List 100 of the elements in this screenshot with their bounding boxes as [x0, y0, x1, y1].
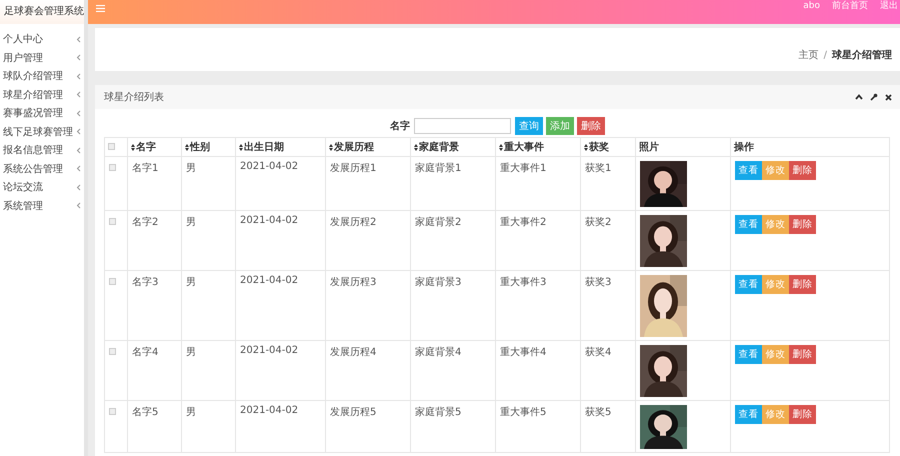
- chevron-left-icon: [76, 72, 81, 80]
- table-cell: 家庭背景2: [415, 217, 462, 228]
- top-link[interactable]: 前台首页: [832, 0, 868, 12]
- row-action-button[interactable]: 查看: [735, 275, 762, 294]
- row-checkbox[interactable]: [109, 408, 116, 415]
- table-cell: 名字1: [132, 163, 158, 174]
- table-cell: 2021-04-02: [240, 215, 298, 226]
- column-header: 照片: [639, 140, 659, 154]
- row-action-button[interactable]: 查看: [735, 405, 762, 424]
- table-cell: 家庭背景4: [415, 347, 462, 358]
- sidebar-item[interactable]: 个人中心: [0, 30, 84, 48]
- table-cell: 重大事件3: [500, 277, 546, 288]
- table-cell: 男: [186, 217, 196, 228]
- sidebar-item[interactable]: 论坛交流: [0, 178, 84, 196]
- sidebar-item[interactable]: 系统公告管理: [0, 160, 84, 178]
- wrench-icon[interactable]: [870, 93, 878, 101]
- row-action-button[interactable]: 删除: [789, 215, 816, 234]
- toolbar-button[interactable]: 删除: [577, 117, 605, 135]
- search-label: 名字: [390, 119, 410, 133]
- sort-icon[interactable]: [584, 144, 588, 150]
- breadcrumb-separator: /: [824, 50, 827, 60]
- column-header: 操作: [734, 140, 754, 154]
- table-cell: 男: [186, 347, 196, 358]
- column-header: 名字: [136, 140, 156, 154]
- table-cell: 重大事件5: [500, 407, 546, 418]
- row-action-button[interactable]: 删除: [789, 405, 816, 424]
- table-cell: 2021-04-02: [240, 345, 298, 356]
- chevron-left-icon: [76, 36, 81, 43]
- sort-icon[interactable]: [239, 144, 243, 150]
- table-cell: 重大事件2: [500, 217, 546, 228]
- table-cell: 家庭背景3: [415, 277, 462, 288]
- table-cell: 发展历程2: [330, 217, 376, 228]
- table-cell: 名字4: [132, 347, 158, 358]
- table-cell: 重大事件1: [500, 163, 546, 174]
- table-cell: 名字3: [132, 277, 158, 288]
- panel-title: 球星介绍列表: [104, 90, 164, 104]
- table-cell: 家庭背景5: [415, 407, 462, 418]
- column-header: 家庭背景: [419, 140, 459, 154]
- table-cell: 获奖5: [585, 407, 612, 418]
- chevron-left-icon: [76, 146, 81, 154]
- table-cell: 男: [186, 407, 196, 418]
- chevron-left-icon: [76, 110, 81, 117]
- sidebar-item[interactable]: 用户管理: [0, 48, 84, 67]
- row-action-button[interactable]: 查看: [735, 215, 762, 234]
- column-header: 性别: [190, 140, 210, 154]
- row-action-button[interactable]: 删除: [789, 345, 816, 364]
- toolbar-button[interactable]: 查询: [515, 117, 543, 135]
- table-cell: 获奖1: [585, 163, 612, 174]
- column-header: 出生日期: [244, 140, 284, 154]
- row-checkbox[interactable]: [109, 278, 116, 285]
- sort-icon[interactable]: [185, 144, 189, 150]
- table-cell: 发展历程3: [330, 277, 376, 288]
- table-cell: 获奖2: [585, 217, 612, 228]
- top-link[interactable]: 退出: [880, 0, 898, 12]
- row-checkbox[interactable]: [109, 164, 116, 171]
- table-cell: 发展历程4: [330, 347, 376, 358]
- select-all-checkbox[interactable]: [108, 143, 115, 150]
- close-icon[interactable]: [885, 94, 892, 100]
- sort-icon[interactable]: [499, 144, 503, 150]
- collapse-icon[interactable]: [855, 94, 863, 100]
- table-cell: 获奖4: [585, 347, 612, 358]
- breadcrumb-link[interactable]: 球星介绍管理: [832, 48, 892, 62]
- sidebar-item[interactable]: 赛事盛况管理: [0, 104, 84, 122]
- sidebar-item[interactable]: 球队介绍管理: [0, 67, 84, 86]
- row-action-button[interactable]: 删除: [789, 275, 816, 294]
- table-cell: 男: [186, 163, 196, 174]
- row-checkbox[interactable]: [109, 348, 116, 355]
- row-action-button[interactable]: 查看: [735, 345, 762, 364]
- chevron-left-icon: [76, 91, 81, 98]
- name-search-field[interactable]: [414, 118, 511, 134]
- sort-icon[interactable]: [329, 144, 333, 150]
- row-checkbox[interactable]: [109, 218, 116, 225]
- table-cell: 2021-04-02: [240, 405, 298, 416]
- table-cell: 发展历程1: [330, 163, 376, 174]
- column-header: 获奖: [589, 140, 609, 154]
- user-name: abo: [803, 0, 820, 12]
- row-action-button[interactable]: 查看: [735, 161, 762, 180]
- chevron-left-icon: [76, 165, 81, 172]
- sidebar-item[interactable]: 报名信息管理: [0, 141, 84, 160]
- column-header: 发展历程: [334, 140, 374, 154]
- chevron-left-icon: [76, 128, 81, 136]
- sidebar-item[interactable]: 系统管理: [0, 196, 84, 215]
- table-cell: 发展历程5: [330, 407, 376, 418]
- table-cell: 获奖3: [585, 277, 612, 288]
- table-cell: 名字2: [132, 217, 158, 228]
- sidebar-item[interactable]: 线下足球赛管理: [0, 122, 84, 141]
- table-cell: 2021-04-02: [240, 275, 298, 286]
- toolbar-button[interactable]: 添加: [546, 117, 574, 135]
- table-cell: 名字5: [132, 407, 158, 418]
- row-action-button[interactable]: 删除: [789, 161, 816, 180]
- sort-icon[interactable]: [131, 144, 135, 150]
- chevron-left-icon: [76, 202, 81, 210]
- chevron-left-icon: [76, 54, 81, 62]
- breadcrumb-link[interactable]: 主页: [798, 48, 819, 62]
- column-header: 重大事件: [504, 140, 544, 154]
- table-cell: 2021-04-02: [240, 161, 298, 172]
- table-cell: 重大事件4: [500, 347, 546, 358]
- sort-icon[interactable]: [414, 144, 418, 150]
- sidebar-item[interactable]: 球星介绍管理: [0, 86, 84, 104]
- chevron-left-icon: [76, 184, 81, 191]
